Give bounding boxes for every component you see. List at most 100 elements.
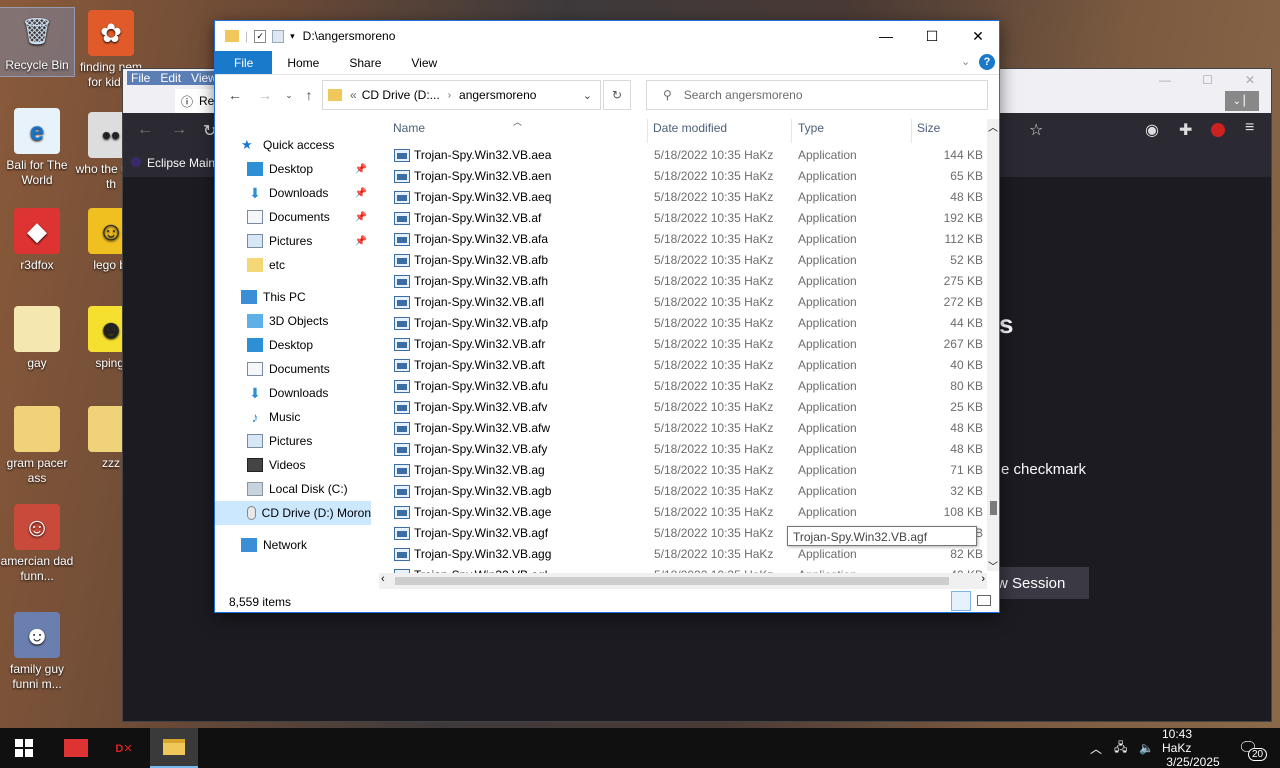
nav-network[interactable]: Network [215, 533, 371, 557]
nav-quick-access[interactable]: ★ Quick access [215, 133, 371, 157]
details-view-icon[interactable] [951, 591, 971, 611]
tab-view[interactable]: View [396, 51, 452, 74]
new-folder-icon[interactable] [272, 29, 285, 43]
nav-etc[interactable]: etc [215, 253, 371, 277]
file-row[interactable]: Trojan-Spy.Win32.VB.afv 5/18/2022 10:35 H… [383, 397, 987, 418]
column-date-modified[interactable]: Date modified [653, 121, 727, 141]
network-status-icon[interactable]: 🖧 [1114, 738, 1127, 759]
new-session-button[interactable]: w Session [989, 567, 1089, 599]
menu-file[interactable]: File [131, 71, 150, 85]
properties-icon[interactable]: ✓ [254, 29, 267, 43]
file-row[interactable]: Trojan-Spy.Win32.VB.agb 5/18/2022 10:35 H… [383, 481, 987, 502]
nav-pictures-pinned[interactable]: Pictures 📌 [215, 229, 371, 253]
customize-dropdown-icon[interactable]: ▾ [290, 31, 295, 42]
tab-file[interactable]: File [215, 51, 273, 74]
file-row[interactable]: Trojan-Spy.Win32.VB.afr 5/18/2022 10:35 H… [383, 334, 987, 355]
vertical-scrollbar[interactable]: ︿ ﹀ [987, 119, 999, 573]
clock[interactable]: 10:43 HaKz 3/25/2025 [1162, 727, 1224, 768]
action-center-button[interactable]: 🗨 20 [1238, 728, 1268, 768]
close-icon[interactable]: ✕ [1245, 73, 1255, 87]
file-row[interactable]: Trojan-Spy.Win32.VB.afl 5/18/2022 10:35 H… [383, 292, 987, 313]
scroll-down-icon[interactable]: ﹀ [988, 558, 998, 573]
maximize-icon[interactable]: ☐ [1202, 73, 1213, 87]
menu-edit[interactable]: Edit [160, 71, 181, 85]
large-icons-view-icon[interactable] [977, 595, 991, 606]
recent-locations-icon[interactable]: ⌄ [279, 85, 299, 105]
maximize-button[interactable]: ☐ [909, 21, 955, 51]
file-row[interactable]: Trojan-Spy.Win32.VB.afw 5/18/2022 10:35 H… [383, 418, 987, 439]
file-row[interactable]: Trojan-Spy.Win32.VB.afy 5/18/2022 10:35 H… [383, 439, 987, 460]
forward-button[interactable]: → [255, 85, 275, 105]
nav-desktop-pinned[interactable]: Desktop 📌 [215, 157, 371, 181]
breadcrumb-cd-drive[interactable]: CD Drive (D:... [362, 88, 440, 102]
taskbar-r3dfox[interactable] [52, 728, 100, 768]
tab-home[interactable]: Home [272, 51, 334, 74]
file-row[interactable]: Trojan-Spy.Win32.VB.af 5/18/2022 10:35 Ha… [383, 208, 987, 229]
menu-icon[interactable]: ≡ [1245, 119, 1254, 137]
file-row[interactable]: Trojan-Spy.Win32.VB.afa 5/18/2022 10:35 H… [383, 229, 987, 250]
bookmark-eclipse[interactable]: Eclipse Main [131, 156, 215, 170]
nav-downloads[interactable]: ⬇ Downloads [215, 381, 371, 405]
file-row[interactable]: Trojan-Spy.Win32.VB.aea 5/18/2022 10:35 H… [383, 145, 987, 166]
nav-downloads-pinned[interactable]: ⬇ Downloads 📌 [215, 181, 371, 205]
extensions-icon[interactable]: ✚ [1179, 120, 1192, 140]
back-button[interactable]: ← [225, 85, 245, 105]
volume-muted-icon[interactable]: 🔈 [1139, 741, 1154, 755]
nav-documents-pinned[interactable]: Documents 📌 [215, 205, 371, 229]
ublock-icon[interactable] [1211, 123, 1225, 137]
nav-pictures[interactable]: Pictures [215, 429, 371, 453]
start-button[interactable] [0, 728, 48, 768]
nav-local-disk[interactable]: Local Disk (C:) [215, 477, 371, 501]
tab-share[interactable]: Share [334, 51, 396, 74]
desktop-icon-gay[interactable]: gay [0, 306, 74, 371]
up-button[interactable]: ↑ [299, 85, 319, 105]
expand-ribbon-icon[interactable]: ⌄ [961, 55, 970, 68]
scroll-left-icon[interactable]: ‹ [381, 573, 385, 585]
search-input[interactable]: ⚲ Search angersmoreno [646, 80, 988, 110]
taskbar-app-red[interactable]: D✕ [100, 728, 148, 768]
menu-view[interactable]: View [191, 71, 217, 85]
desktop-icon-recycle-bin[interactable]: 🗑 Recycle Bin [0, 7, 75, 77]
nav-videos[interactable]: Videos [215, 453, 371, 477]
desktop-icon-gram-pacer[interactable]: gram pacer ass [0, 406, 74, 486]
file-row[interactable]: Trojan-Spy.Win32.VB.agg 5/18/2022 10:35 H… [383, 544, 987, 565]
file-row[interactable]: Trojan-Spy.Win32.VB.afu 5/18/2022 10:35 H… [383, 376, 987, 397]
tab-list-icon[interactable]: ⌄ ▏ [1225, 91, 1259, 111]
address-bar[interactable]: « CD Drive (D:... › angersmoreno ⌄ [322, 80, 601, 110]
file-row[interactable]: Trojan-Spy.Win32.VB.aen 5/18/2022 10:35 H… [383, 166, 987, 187]
nav-desktop[interactable]: Desktop [215, 333, 371, 357]
scroll-thumb[interactable] [990, 501, 997, 515]
file-row[interactable]: Trojan-Spy.Win32.VB.ag 5/18/2022 10:35 Ha… [383, 460, 987, 481]
help-icon[interactable]: ? [979, 54, 995, 70]
close-button[interactable]: ✕ [955, 21, 1001, 51]
desktop-icon-american-dad[interactable]: ☺ amercian dad funn... [0, 504, 74, 584]
nav-3d-objects[interactable]: 3D Objects [215, 309, 371, 333]
breadcrumb-folder[interactable]: angersmoreno [459, 88, 536, 102]
column-name[interactable]: Name [393, 121, 425, 141]
file-row[interactable]: Trojan-Spy.Win32.VB.afb 5/18/2022 10:35 H… [383, 250, 987, 271]
desktop-icon-r3dfox[interactable]: ◆ r3dfox [0, 208, 74, 273]
file-row[interactable]: Trojan-Spy.Win32.VB.aeq 5/18/2022 10:35 H… [383, 187, 987, 208]
forward-icon[interactable]: → [171, 121, 187, 139]
column-type[interactable]: Type [798, 121, 824, 141]
file-row[interactable]: Trojan-Spy.Win32.VB.afp 5/18/2022 10:35 H… [383, 313, 987, 334]
chevron-down-icon[interactable]: ⌄ [583, 89, 592, 102]
nav-documents[interactable]: Documents [215, 357, 371, 381]
file-row[interactable]: Trojan-Spy.Win32.VB.age 5/18/2022 10:35 H… [383, 502, 987, 523]
file-row[interactable]: Trojan-Spy.Win32.VB.aft 5/18/2022 10:35 H… [383, 355, 987, 376]
minimize-button[interactable]: — [863, 21, 909, 51]
bookmark-star-icon[interactable]: ☆ [1029, 120, 1043, 140]
nav-cd-drive[interactable]: CD Drive (D:) Moron [215, 501, 371, 525]
refresh-button[interactable]: ↻ [603, 80, 631, 110]
show-hidden-icons-icon[interactable]: ︿ [1090, 740, 1102, 757]
back-icon[interactable]: ← [137, 121, 153, 139]
scroll-thumb[interactable] [395, 577, 949, 585]
scroll-up-icon[interactable]: ︿ [988, 119, 998, 134]
horizontal-scrollbar[interactable]: ‹ › [379, 573, 987, 589]
nav-music[interactable]: ♪ Music [215, 405, 371, 429]
taskbar-file-explorer[interactable] [150, 728, 198, 768]
account-icon[interactable]: ◉ [1145, 120, 1159, 140]
minimize-icon[interactable]: — [1159, 73, 1171, 87]
desktop-icon-bali[interactable]: e Bali for The World [0, 108, 74, 188]
file-row[interactable]: Trojan-Spy.Win32.VB.afh 5/18/2022 10:35 H… [383, 271, 987, 292]
